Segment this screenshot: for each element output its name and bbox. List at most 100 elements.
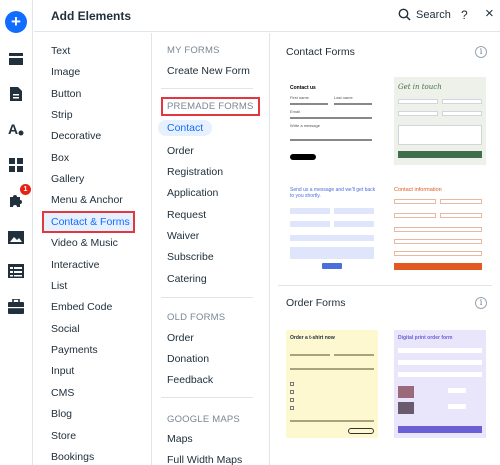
business-icon[interactable] (7, 297, 25, 315)
form-thumb-order-tshirt[interactable]: Order a t-shirt now (286, 330, 378, 438)
thumb-title: Contact information (394, 187, 442, 193)
category-list: Text Image Button Strip Decorative Box Gallery… (34, 33, 151, 465)
thumb-product-image (398, 402, 414, 414)
subnav-item-application[interactable]: Application (167, 187, 218, 199)
category-item-image[interactable]: Image (51, 64, 80, 80)
thumb-field (290, 117, 372, 119)
thumb-field (398, 111, 438, 116)
subcategory-list: MY FORMS Create New Form PREMADE FORMS C… (152, 33, 260, 465)
thumb-field (394, 199, 436, 204)
pages-icon[interactable] (7, 85, 25, 103)
close-button[interactable]: × (485, 5, 494, 22)
search-icon (398, 8, 411, 21)
scrollbar-thumb[interactable] (262, 35, 267, 463)
thumb-field (394, 227, 482, 232)
subnav-item-create-new-form[interactable]: Create New Form (167, 65, 250, 77)
subnav-item-feedback[interactable]: Feedback (167, 374, 213, 386)
section-divider (161, 397, 253, 398)
category-item-gallery[interactable]: Gallery (51, 171, 84, 187)
subnav-item-order[interactable]: Order (167, 145, 194, 157)
thumb-field (442, 111, 482, 116)
subnav-item-subscribe[interactable]: Subscribe (167, 251, 214, 263)
thumb-field (334, 354, 374, 356)
subnav-item-registration[interactable]: Registration (167, 166, 223, 178)
order-forms-heading: Order Forms (286, 297, 346, 309)
add-elements-icon[interactable]: + (5, 11, 27, 33)
media-icon[interactable] (7, 228, 25, 246)
form-thumb-send-message[interactable]: Send us a message and we'll get back to … (286, 183, 378, 275)
subnav-item-request[interactable]: Request (167, 209, 206, 221)
form-thumb-contact-information[interactable]: Contact information (394, 183, 486, 275)
subnav-item-maps[interactable]: Maps (167, 433, 193, 445)
svg-text:A: A (8, 121, 18, 137)
thumb-title: Digital print order form (398, 335, 453, 341)
thumb-field (334, 208, 374, 214)
category-item-social[interactable]: Social (51, 321, 80, 337)
search-button[interactable]: Search (398, 8, 451, 21)
thumb-field (290, 247, 374, 259)
preview-panel: Contact Forms i Contact us First name La… (270, 33, 500, 465)
thumb-field (398, 360, 482, 365)
category-item-cms[interactable]: CMS (51, 385, 74, 401)
thumb-field (440, 199, 482, 204)
category-item-list[interactable]: List (51, 278, 67, 294)
thumb-field (398, 99, 438, 104)
preview-scrollbar[interactable] (490, 33, 500, 465)
category-item-interactive[interactable]: Interactive (51, 257, 99, 273)
subnav-item-full-width-maps[interactable]: Full Width Maps (167, 454, 242, 465)
apps-grid-icon[interactable] (7, 156, 25, 174)
subnav-item-old-order[interactable]: Order (167, 332, 194, 344)
premade-forms-heading: PREMADE FORMS (161, 97, 260, 116)
thumb-field (442, 99, 482, 104)
category-item-store[interactable]: Store (51, 428, 76, 444)
form-thumb-contact-us[interactable]: Contact us First name Last name Email Wr… (286, 77, 378, 165)
thumb-field (398, 348, 482, 353)
subnav-item-contact[interactable]: Contact (158, 120, 213, 136)
info-icon[interactable]: i (475, 46, 487, 58)
thumb-title: Contact us (290, 85, 316, 91)
subnav-item-donation[interactable]: Donation (167, 353, 209, 365)
category-item-menu-anchor[interactable]: Menu & Anchor (51, 192, 123, 208)
thumb-field (290, 221, 330, 227)
thumb-field-label: Email (290, 109, 301, 114)
category-item-button[interactable]: Button (51, 86, 81, 102)
thumb-field (334, 221, 374, 227)
panel-header: Add Elements Search ? × (34, 0, 500, 32)
cms-table-icon[interactable] (7, 262, 25, 280)
category-item-text[interactable]: Text (51, 43, 70, 59)
help-button[interactable]: ? (461, 8, 468, 22)
form-thumb-digital-print[interactable]: Digital print order form (394, 330, 486, 438)
thumb-checkbox (290, 390, 294, 394)
strip-icon[interactable] (7, 50, 25, 68)
thumb-title: Get in touch (398, 83, 442, 91)
category-item-payments[interactable]: Payments (51, 342, 98, 358)
thumb-checkbox (290, 382, 294, 386)
thumb-field (290, 103, 328, 105)
form-thumb-get-in-touch[interactable]: Get in touch (394, 77, 486, 165)
thumb-checkbox (290, 406, 294, 410)
category-item-decorative[interactable]: Decorative (51, 128, 101, 144)
category-item-input[interactable]: Input (51, 363, 74, 379)
subnav-item-catering[interactable]: Catering (167, 273, 207, 285)
thumb-title: Order a t-shirt now (290, 335, 335, 341)
search-label: Search (416, 8, 451, 21)
thumb-submit-button (398, 151, 482, 158)
category-item-contact-forms[interactable]: Contact & Forms (42, 211, 135, 233)
category-item-strip[interactable]: Strip (51, 107, 73, 123)
category-item-bookings[interactable]: Bookings (51, 449, 94, 465)
thumb-field (290, 354, 330, 356)
section-divider (161, 297, 253, 298)
info-icon[interactable]: i (475, 297, 487, 309)
thumb-field (394, 213, 436, 218)
category-item-embed-code[interactable]: Embed Code (51, 299, 112, 315)
category-item-blog[interactable]: Blog (51, 406, 72, 422)
category-scrollbar[interactable] (141, 33, 151, 465)
subnav-item-waiver[interactable]: Waiver (167, 230, 199, 242)
category-item-box[interactable]: Box (51, 150, 69, 166)
section-divider (161, 88, 253, 89)
thumb-submit-button (348, 428, 374, 434)
category-item-video-music[interactable]: Video & Music (51, 235, 118, 251)
design-icon[interactable]: A (7, 120, 25, 138)
thumb-field-label: Last name (334, 95, 353, 100)
subcategory-scrollbar[interactable] (260, 33, 269, 465)
